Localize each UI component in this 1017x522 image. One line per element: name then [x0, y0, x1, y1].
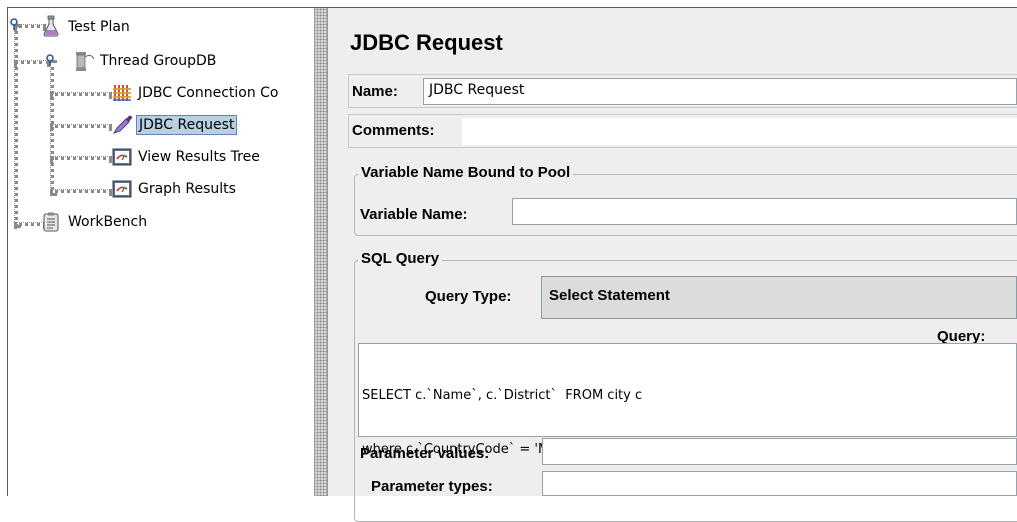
spool-icon: [74, 52, 95, 71]
sql-query-group-title: SQL Query: [358, 250, 443, 267]
tree-node-test-plan[interactable]: Test Plan: [42, 15, 132, 38]
parameter-values-label: Parameter values:: [360, 445, 490, 462]
listener-icon: [112, 148, 132, 166]
tree-node-graph-results[interactable]: Graph Results: [112, 178, 238, 200]
window-border: [7, 7, 8, 496]
tree-node-label: Graph Results: [138, 181, 236, 197]
tree-node-label: JDBC Request: [136, 115, 238, 135]
query-type-label: Query Type:: [425, 288, 512, 305]
dropper-icon: [112, 115, 133, 134]
parameter-types-field[interactable]: [542, 471, 1017, 496]
window-border: [7, 7, 1017, 8]
test-plan-tree[interactable]: Test Plan Thread GroupDB JDBC Connection…: [8, 8, 314, 496]
page-title: JDBC Request: [350, 30, 503, 55]
tree-node-jdbc-request[interactable]: JDBC Request: [112, 114, 238, 136]
tree-node-label: Test Plan: [68, 19, 130, 35]
parameter-types-label: Parameter types:: [371, 478, 493, 495]
window-margin-left: [0, 0, 7, 496]
tree-connector: [50, 189, 112, 193]
tree-node-workbench[interactable]: WorkBench: [42, 211, 149, 233]
split-pane-divider[interactable]: [314, 8, 328, 496]
parameter-values-field[interactable]: [542, 438, 1017, 465]
tree-node-thread-group[interactable]: Thread GroupDB: [74, 50, 218, 72]
tree-node-label: WorkBench: [68, 214, 148, 230]
tree-node-label: Thread GroupDB: [100, 53, 217, 69]
jdbc-request-panel: JDBC Request Name: JDBC Request Comments…: [328, 8, 1017, 522]
expand-toggle-icon[interactable]: [45, 54, 55, 66]
comments-field[interactable]: [462, 118, 1017, 145]
variable-name-field[interactable]: [512, 198, 1017, 225]
name-label: Name:: [352, 83, 398, 100]
tree-connector: [50, 92, 112, 96]
tree-node-label: View Results Tree: [138, 149, 260, 165]
query-textarea[interactable]: SELECT c.`Name`, c.`District` FROM city …: [358, 343, 1017, 457]
comments-label: Comments:: [352, 122, 435, 139]
tree-node-jdbc-connection[interactable]: JDBC Connection Co: [112, 82, 281, 104]
name-field[interactable]: JDBC Request: [423, 78, 1017, 105]
flask-icon: [42, 15, 60, 37]
tree-node-label: JDBC Connection Co: [138, 85, 279, 101]
tree-connector: [50, 124, 112, 128]
pool-group-title: Variable Name Bound to Pool: [358, 164, 574, 181]
clipboard-icon: [42, 212, 60, 232]
tree-connector: [14, 24, 18, 228]
variable-name-label: Variable Name:: [360, 206, 468, 223]
tree-node-view-results-tree[interactable]: View Results Tree: [112, 146, 262, 168]
jdbc-config-icon: [112, 84, 131, 102]
tree-connector: [50, 156, 112, 160]
query-type-select[interactable]: Select Statement: [541, 276, 1017, 319]
expand-toggle-icon[interactable]: [9, 18, 19, 30]
listener-icon: [112, 180, 132, 198]
query-line: SELECT c.`Name`, c.`District` FROM city …: [362, 388, 643, 403]
tree-connector: [50, 60, 54, 196]
